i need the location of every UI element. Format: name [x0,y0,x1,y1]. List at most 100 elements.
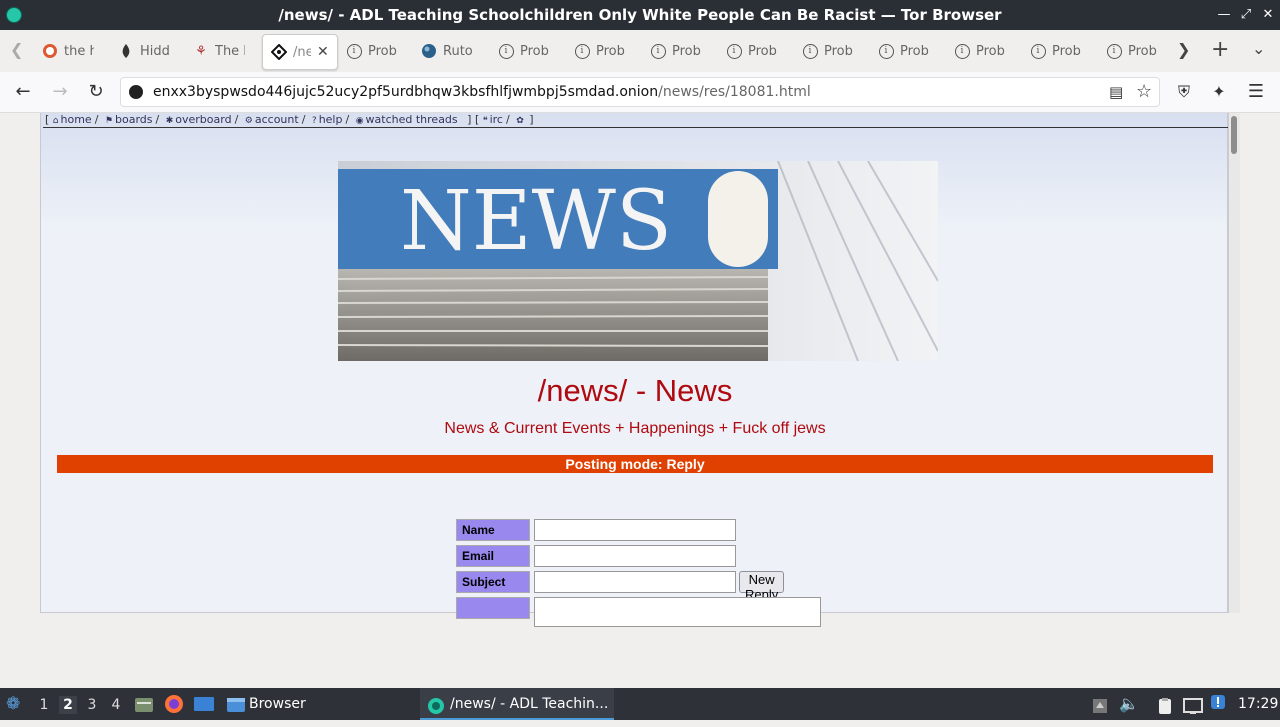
back-icon[interactable]: ← [12,81,34,103]
network-icon[interactable] [1183,695,1203,714]
tab-item[interactable]: Ruto [421,34,473,68]
tags-icon: ⚑ [104,116,113,126]
subject-field[interactable] [534,571,736,593]
url-path: /news/res/18081.html [658,84,811,100]
url-bar[interactable]: enxx3byspwsdo446jujc52ucy2pf5urdbhqw3kbs… [120,77,1160,107]
tab-label: Probl [1128,43,1158,59]
asterisk-icon: ✱ [165,116,174,126]
nav-watched-label: watched threads [365,113,458,126]
scrollbar-thumb[interactable] [1231,116,1237,154]
shield-icon[interactable]: ⛨ [1173,81,1195,103]
url-text[interactable]: enxx3byspwsdo446jujc52ucy2pf5urdbhqw3kbs… [153,84,811,100]
reader-view-icon[interactable]: ▤ [1109,83,1123,101]
info-icon: i [726,43,742,59]
notification-icon[interactable] [1210,694,1226,714]
info-icon: i [802,43,818,59]
active-task-label[interactable]: /news/ - ADL Teachin... [450,688,608,720]
tab-label: Probl [824,43,854,59]
tab-item[interactable]: i Probl [346,34,398,68]
tab-item[interactable]: i Probl [878,34,930,68]
tab-item[interactable]: i Probl [726,34,778,68]
tab-scroll-left-icon[interactable]: ❮ [10,40,23,59]
app-menu-icon[interactable]: ☰ [1245,81,1267,103]
tab-active[interactable]: /ne ✕ [262,34,338,70]
tab-label: Probl [900,43,930,59]
page-scrollbar[interactable] [1228,113,1240,613]
email-field[interactable] [534,545,736,567]
forward-icon[interactable]: → [49,81,71,103]
workspace-1[interactable]: 1 [35,696,53,714]
tab-item[interactable]: i Probl [498,34,550,68]
board-title: /news/ - News [537,373,733,408]
workspace-2[interactable]: 2 [59,696,77,714]
browser-task-label[interactable]: Browser [249,688,306,720]
boardlist-open-bracket: [ [45,113,50,126]
email-label: Email [456,545,530,567]
nav-overboard-link[interactable]: ✱ overboard [166,113,232,126]
tab-close-icon[interactable]: ✕ [317,44,329,60]
new-identity-icon[interactable]: ✦ [1208,81,1230,103]
nav-help-link[interactable]: ? help [312,113,343,126]
new-reply-button[interactable]: New Reply [739,571,785,602]
url-host: enxx3byspwsdo446jujc52ucy2pf5urdbhqw3kbs… [153,84,659,100]
tab-item[interactable]: Hidde [118,34,170,68]
quote-icon: ❝ [482,116,488,126]
info-icon: i [1030,43,1046,59]
name-label: Name [456,519,530,541]
nav-help-label: help [318,113,343,126]
board-subtitle: News & Current Events + Happenings + Fuc… [444,420,826,437]
tab-item[interactable]: i Probl [1030,34,1082,68]
tab-item[interactable]: i Probl [574,34,626,68]
tab-label: Probl [976,43,1006,59]
posting-mode-bar: Posting mode: Reply [57,455,1213,473]
tray-updates-icon[interactable] [1092,695,1108,713]
comment-label [456,597,530,619]
cog-icon: ⚙ [244,116,253,126]
twitter-icon: ✿ [516,116,524,126]
info-icon: i [346,43,362,59]
nav-twitter-link[interactable]: ✿ [516,113,526,126]
minimize-icon[interactable]: — [1213,4,1235,26]
info-icon: i [650,43,666,59]
nav-overboard-label: overboard [175,113,232,126]
home-icon: ⌂ [52,116,59,126]
name-field[interactable] [534,519,736,541]
tab-item[interactable]: i Probl [802,34,854,68]
nav-irc-link[interactable]: ❝ irc [483,113,503,126]
tab-item[interactable]: the h [42,34,94,68]
tab-item[interactable]: i Probl [650,34,702,68]
nav-boards-label: boards [115,113,153,126]
nav-account-link[interactable]: ⚙ account [245,113,299,126]
tab-list-icon[interactable]: ⌄ [1252,39,1265,58]
browser-folder-icon[interactable] [226,694,246,714]
firefox-icon[interactable] [164,694,184,714]
window-title: /news/ - ADL Teaching Schoolchildren Onl… [278,6,1002,24]
start-menu-icon[interactable]: ❁ [6,695,20,713]
tab-item[interactable]: ⚘ The H [193,34,245,68]
workspace-3[interactable]: 3 [83,696,101,714]
restore-icon[interactable]: ⤢ [1235,4,1257,26]
reload-icon[interactable]: ↻ [85,81,107,103]
clock[interactable]: 17:29 [1238,688,1278,720]
comment-textarea[interactable] [534,597,821,627]
tab-scroll-right-icon[interactable]: ❯ [1177,40,1190,59]
desktop-icon[interactable] [193,694,215,714]
new-tab-icon[interactable]: + [1211,37,1229,62]
tab-item[interactable]: i Probl [954,34,1006,68]
file-manager-icon[interactable] [134,694,154,714]
nav-watched-link[interactable]: ◉ watched threads [356,113,458,126]
board-navigation: [ ⌂ home / ⚑ boards / ✱ overboard / ⚙ account / … [43,113,1229,128]
tab-strip: ❮ the h Hidde ⚘ The H /ne ✕ i Probl Ruto… [0,30,1280,71]
nav-boards-link[interactable]: ⚑ boards [105,113,153,126]
bookmark-star-icon[interactable]: ☆ [1136,81,1152,102]
info-icon: i [574,43,590,59]
site-icon: ⚘ [195,43,207,59]
clipboard-icon[interactable] [1157,695,1173,714]
nav-home-link[interactable]: ⌂ home [53,113,92,126]
volume-icon[interactable]: 🔈 [1119,688,1139,720]
tab-item[interactable]: i Probl [1106,34,1158,68]
system-taskbar: ❁ 1 2 3 4 Browser /news/ - ADL Teachin..… [0,688,1280,720]
close-window-icon[interactable]: ✕ [1257,4,1279,26]
subject-label: Subject [456,571,530,593]
workspace-4[interactable]: 4 [107,696,125,714]
